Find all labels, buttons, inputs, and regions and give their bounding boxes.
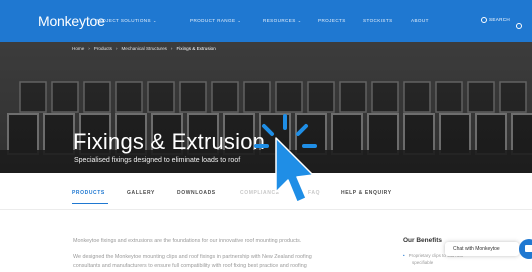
nav-item-stockists[interactable]: STOCKISTS [363, 18, 393, 23]
nav-item-about[interactable]: ABOUT [411, 18, 429, 23]
page-subtitle: Specialised fixings designed to eliminat… [74, 157, 241, 164]
breadcrumb-home[interactable]: Home [72, 46, 84, 51]
nav-item-label: RESOURCES [263, 18, 296, 23]
user-icon [516, 22, 522, 29]
chevron-down-icon: ⌄ [297, 18, 302, 23]
chat-bubble-icon [525, 245, 532, 252]
breadcrumb-separator: › [115, 46, 118, 51]
tab-products[interactable]: PRODUCTS [72, 190, 105, 196]
breadcrumb: Home › Products › Mechanical Structures › Fixi… [72, 46, 216, 51]
user-account-button[interactable] [516, 17, 524, 35]
chevron-down-icon: ⌄ [237, 18, 242, 23]
nav-item-label: PROJECTS [318, 18, 346, 23]
bullet-icon: • [403, 253, 405, 258]
active-tab-indicator [72, 203, 108, 204]
intro-paragraph: Monkeytoe fixings and extrusions are the… [73, 238, 302, 244]
tab-help-enquiry[interactable]: HELP & ENQUIRY [341, 190, 392, 196]
page-title: Fixings & Extrusion [73, 129, 266, 154]
nav-item-label: PROJECT SOLUTIONS [95, 18, 151, 23]
nav-item-resources[interactable]: RESOURCES ⌄ [263, 18, 301, 23]
benefits-heading: Our Benefits [403, 237, 443, 244]
search-button[interactable]: SEARCH [481, 17, 510, 23]
top-navigation-bar: Monkeytoe PROJECT SOLUTIONS ⌄ PRODUCT RAN… [0, 0, 532, 42]
search-label: SEARCH [489, 17, 510, 23]
breadcrumb-separator: › [170, 46, 173, 51]
nav-item-projects[interactable]: PROJECTS [318, 18, 346, 23]
click-cursor-icon [254, 114, 317, 203]
nav-item-label: ABOUT [411, 18, 429, 23]
breadcrumb-current: Fixings & Extrusion [176, 46, 216, 51]
tab-gallery[interactable]: GALLERY [127, 190, 155, 196]
design-paragraph-line-2: consultants and manufacturers to ensure … [73, 263, 307, 269]
breadcrumb-products[interactable]: Products [94, 46, 112, 51]
nav-item-label: PRODUCT RANGE [190, 18, 236, 23]
breadcrumb-mechanical-structures[interactable]: Mechanical Structures [121, 46, 166, 51]
chat-button[interactable] [519, 239, 532, 259]
nav-item-label: STOCKISTS [363, 18, 393, 23]
search-icon [481, 17, 487, 23]
breadcrumb-separator: › [88, 46, 90, 51]
design-paragraph-line-1: We designed the Monkeytoe mounting clips… [73, 254, 312, 260]
chat-label[interactable]: Chat with Monkeytoe [445, 242, 519, 256]
nav-item-product-range[interactable]: PRODUCT RANGE ⌄ [190, 18, 241, 23]
benefit-text-line-2: specifiable [412, 260, 434, 265]
tab-downloads[interactable]: DOWNLOADS [177, 190, 216, 196]
nav-item-project-solutions[interactable]: PROJECT SOLUTIONS ⌄ [95, 18, 157, 23]
chevron-down-icon: ⌄ [152, 18, 157, 23]
